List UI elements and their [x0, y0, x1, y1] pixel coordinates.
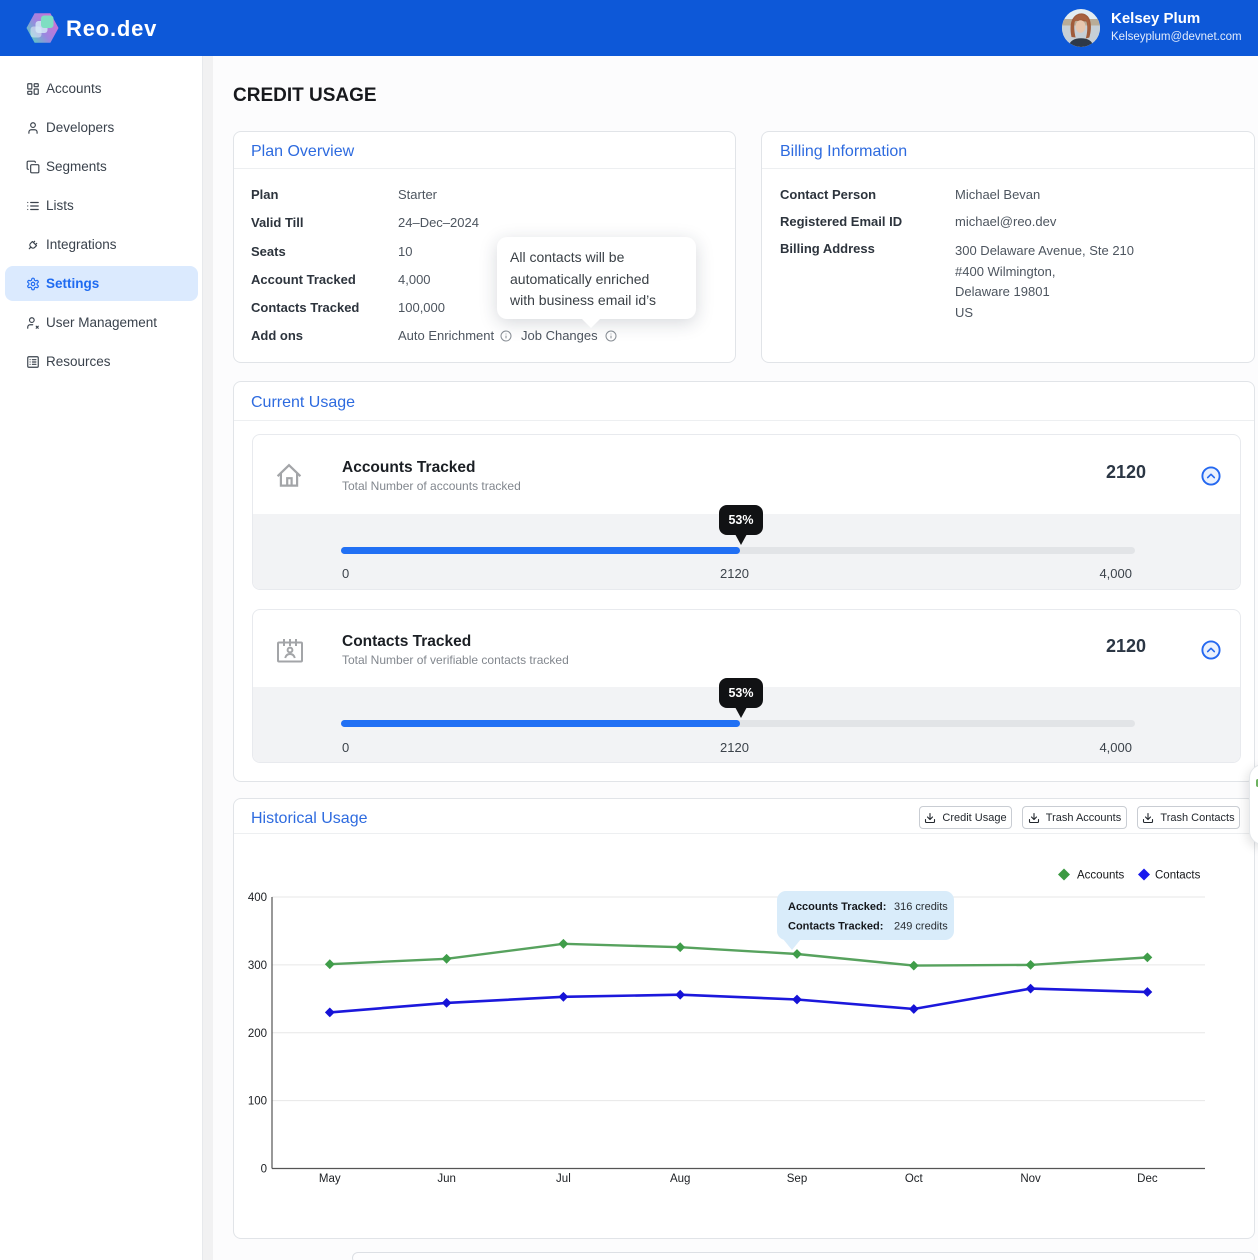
- svg-text:100: 100: [248, 1096, 267, 1108]
- svg-text:Contacts Tracked:: Contacts Tracked:: [788, 921, 883, 933]
- svg-text:0: 0: [261, 1164, 267, 1176]
- svg-text:249 credits: 249 credits: [894, 921, 948, 933]
- svg-text:May: May: [319, 1173, 341, 1185]
- svg-text:Dec: Dec: [1137, 1173, 1158, 1185]
- svg-text:Oct: Oct: [905, 1173, 924, 1185]
- svg-text:200: 200: [248, 1028, 267, 1040]
- svg-text:Jun: Jun: [437, 1173, 456, 1185]
- svg-text:Jul: Jul: [556, 1173, 571, 1185]
- svg-text:Sep: Sep: [787, 1173, 807, 1185]
- svg-text:Accounts Tracked:: Accounts Tracked:: [788, 901, 886, 913]
- svg-text:316 credits: 316 credits: [894, 901, 948, 913]
- svg-text:Accounts: Accounts: [1077, 870, 1125, 882]
- svg-text:400: 400: [248, 892, 267, 904]
- svg-text:Nov: Nov: [1020, 1173, 1041, 1185]
- svg-text:Aug: Aug: [670, 1173, 690, 1185]
- svg-text:300: 300: [248, 960, 267, 972]
- svg-text:Contacts: Contacts: [1155, 870, 1201, 882]
